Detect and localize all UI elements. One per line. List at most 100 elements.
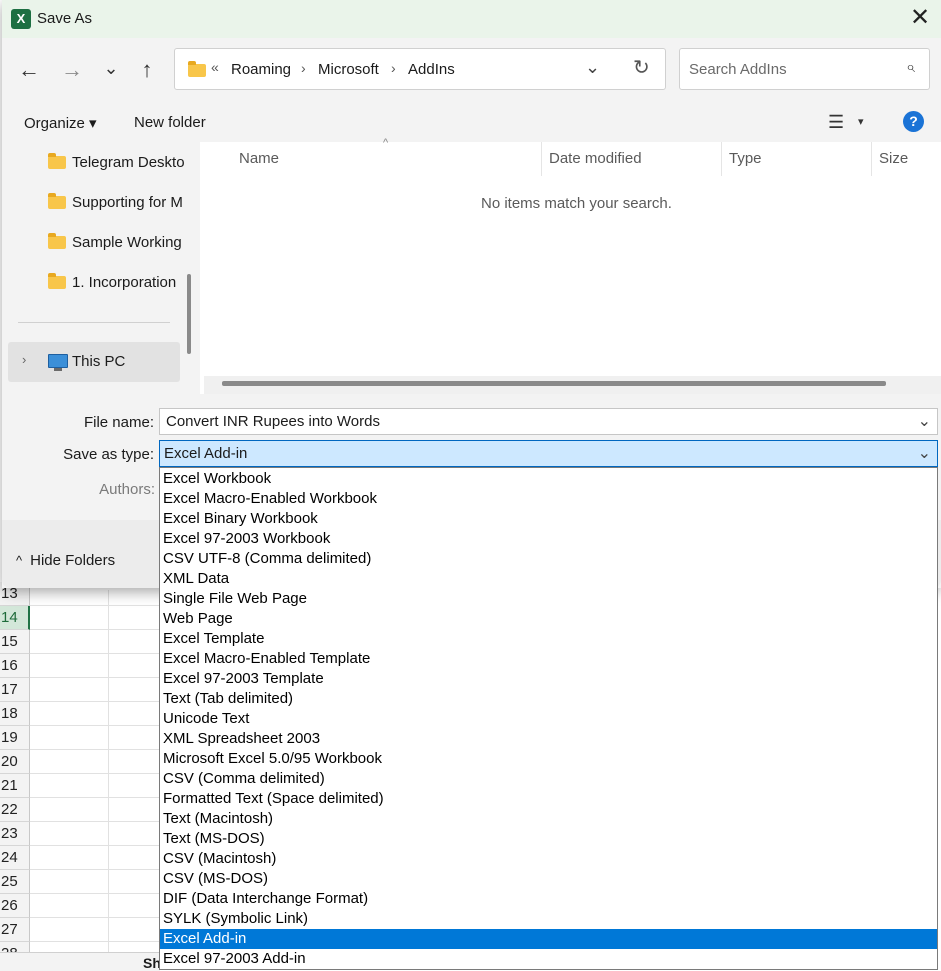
breadcrumb-microsoft[interactable]: Microsoft <box>318 61 379 78</box>
search-icon[interactable]: ⌕ <box>906 59 915 77</box>
file-type-option[interactable]: CSV (MS-DOS) <box>160 869 937 889</box>
view-options-caret-icon[interactable]: ▾ <box>858 115 864 128</box>
organize-button[interactable]: Organize ▾ <box>24 114 97 132</box>
file-type-option[interactable]: Web Page <box>160 609 937 629</box>
search-input[interactable]: Search AddIns <box>689 61 787 78</box>
file-type-option[interactable]: Excel Workbook <box>160 469 937 489</box>
row-header[interactable]: 15 <box>0 630 30 654</box>
row-gridline <box>30 869 160 870</box>
address-dropdown-chevron-icon[interactable]: ⌄ <box>585 57 600 78</box>
refresh-icon[interactable]: ↻ <box>633 55 650 80</box>
file-type-option[interactable]: Excel 97-2003 Workbook <box>160 529 937 549</box>
file-type-option[interactable]: DIF (Data Interchange Format) <box>160 889 937 909</box>
file-type-option[interactable]: Excel Template <box>160 629 937 649</box>
row-header[interactable]: 14 <box>0 606 30 630</box>
empty-state-message: No items match your search. <box>481 195 672 212</box>
save-as-type-dropdown-list[interactable]: Excel Workbook Excel Macro-Enabled Workbo… <box>159 467 938 970</box>
breadcrumb-addins[interactable]: AddIns <box>408 61 455 78</box>
row-header[interactable]: 21 <box>0 774 30 798</box>
column-separator[interactable] <box>871 142 872 176</box>
column-separator[interactable] <box>721 142 722 176</box>
excel-app-icon: X <box>11 9 34 29</box>
hide-folders-button[interactable]: ^ Hide Folders <box>16 552 115 569</box>
file-type-option[interactable]: Microsoft Excel 5.0/95 Workbook <box>160 749 937 769</box>
nav-item-label: Supporting for M <box>72 194 183 211</box>
forward-arrow-icon[interactable]: → <box>59 58 85 84</box>
file-type-option[interactable]: XML Data <box>160 569 937 589</box>
file-type-option[interactable]: Text (MS-DOS) <box>160 829 937 849</box>
column-header-name[interactable]: Name <box>239 150 279 167</box>
column-separator[interactable] <box>541 142 542 176</box>
file-type-option[interactable]: Text (Macintosh) <box>160 809 937 829</box>
row-gridline <box>30 629 160 630</box>
nav-item-label: Sample Working <box>72 234 182 251</box>
view-options-icon[interactable]: ☰ <box>828 112 844 133</box>
command-toolbar: Organize ▾ New folder ☰ ▾ ? <box>2 102 941 142</box>
row-header[interactable]: 23 <box>0 822 30 846</box>
folder-icon <box>48 233 66 249</box>
row-header[interactable]: 17 <box>0 678 30 702</box>
row-header[interactable]: 16 <box>0 654 30 678</box>
horizontal-scrollbar-thumb[interactable] <box>222 381 886 386</box>
chevron-down-icon[interactable]: ⌄ <box>918 443 931 463</box>
column-header-size[interactable]: Size <box>879 150 908 167</box>
help-icon[interactable]: ? <box>903 111 924 132</box>
column-header-type[interactable]: Type <box>729 150 762 167</box>
save-as-type-select[interactable]: Excel Add-in ⌄ <box>159 440 938 467</box>
file-type-option[interactable]: Single File Web Page <box>160 589 937 609</box>
file-type-option[interactable]: Text (Tab delimited) <box>160 689 937 709</box>
expand-chevron-icon[interactable]: › <box>22 352 26 367</box>
column-header-date-modified[interactable]: Date modified <box>549 150 642 167</box>
chevron-down-icon[interactable]: ⌄ <box>918 411 931 431</box>
row-header[interactable]: 24 <box>0 846 30 870</box>
nav-item-label: 1. Incorporation <box>72 274 177 291</box>
breadcrumb-overflow-icon[interactable]: « <box>211 59 219 75</box>
authors-label: Authors: <box>99 481 155 498</box>
save-as-type-value[interactable]: Excel Add-in <box>164 445 247 462</box>
close-icon[interactable]: ✕ <box>907 6 933 32</box>
search-box[interactable]: Search AddIns ⌕ <box>679 48 930 90</box>
up-arrow-icon[interactable]: ↑ <box>134 58 160 84</box>
nav-item-folder[interactable]: Sample Working <box>4 223 182 261</box>
nav-item-folder[interactable]: Supporting for M <box>4 183 183 221</box>
row-header[interactable]: 19 <box>0 726 30 750</box>
file-type-option[interactable]: XML Spreadsheet 2003 <box>160 729 937 749</box>
row-header[interactable]: 26 <box>0 894 30 918</box>
back-arrow-icon[interactable]: ← <box>16 58 42 84</box>
file-type-option[interactable]: Formatted Text (Space delimited) <box>160 789 937 809</box>
breadcrumb-separator-icon: › <box>391 60 396 76</box>
file-type-option[interactable]: Excel 97-2003 Add-in <box>160 949 937 969</box>
file-type-option[interactable]: CSV UTF-8 (Comma delimited) <box>160 549 937 569</box>
file-type-option[interactable]: CSV (Macintosh) <box>160 849 937 869</box>
file-type-option[interactable]: SYLK (Symbolic Link) <box>160 909 937 929</box>
row-header[interactable]: 18 <box>0 702 30 726</box>
row-gridline <box>30 677 160 678</box>
folder-icon <box>48 193 66 209</box>
breadcrumb-roaming[interactable]: Roaming <box>231 61 291 78</box>
dialog-title: Save As <box>37 10 93 27</box>
column-gridline <box>108 590 109 960</box>
navigation-pane: Telegram Deskto Supporting for M Sample … <box>4 142 194 394</box>
nav-item-folder[interactable]: Telegram Deskto <box>4 143 185 181</box>
file-type-option[interactable]: Excel 97-2003 Template <box>160 669 937 689</box>
row-header[interactable]: 25 <box>0 870 30 894</box>
file-type-option[interactable]: Excel Macro-Enabled Workbook <box>160 489 937 509</box>
file-type-option[interactable]: Unicode Text <box>160 709 937 729</box>
file-type-option[interactable]: Excel Add-in <box>160 929 937 949</box>
row-header[interactable]: 20 <box>0 750 30 774</box>
address-bar[interactable]: « Roaming › Microsoft › AddIns ⌄ ↻ <box>174 48 666 90</box>
recent-locations-chevron-icon[interactable]: ⌄ <box>98 56 124 82</box>
file-type-option[interactable]: CSV (Comma delimited) <box>160 769 937 789</box>
file-type-option[interactable]: Excel Macro-Enabled Template <box>160 649 937 669</box>
folder-icon <box>188 61 206 77</box>
file-name-value[interactable]: Convert INR Rupees into Words <box>166 413 380 430</box>
nav-item-folder[interactable]: 1. Incorporation <box>4 263 179 301</box>
file-name-field[interactable]: Convert INR Rupees into Words ⌄ <box>159 408 938 435</box>
row-header[interactable]: 22 <box>0 798 30 822</box>
nav-item-this-pc[interactable]: › This PC <box>8 342 180 382</box>
row-header[interactable]: 27 <box>0 918 30 942</box>
nav-pane-scrollbar[interactable] <box>187 274 191 354</box>
row-gridline <box>30 701 160 702</box>
new-folder-button[interactable]: New folder <box>134 114 206 131</box>
file-type-option[interactable]: Excel Binary Workbook <box>160 509 937 529</box>
